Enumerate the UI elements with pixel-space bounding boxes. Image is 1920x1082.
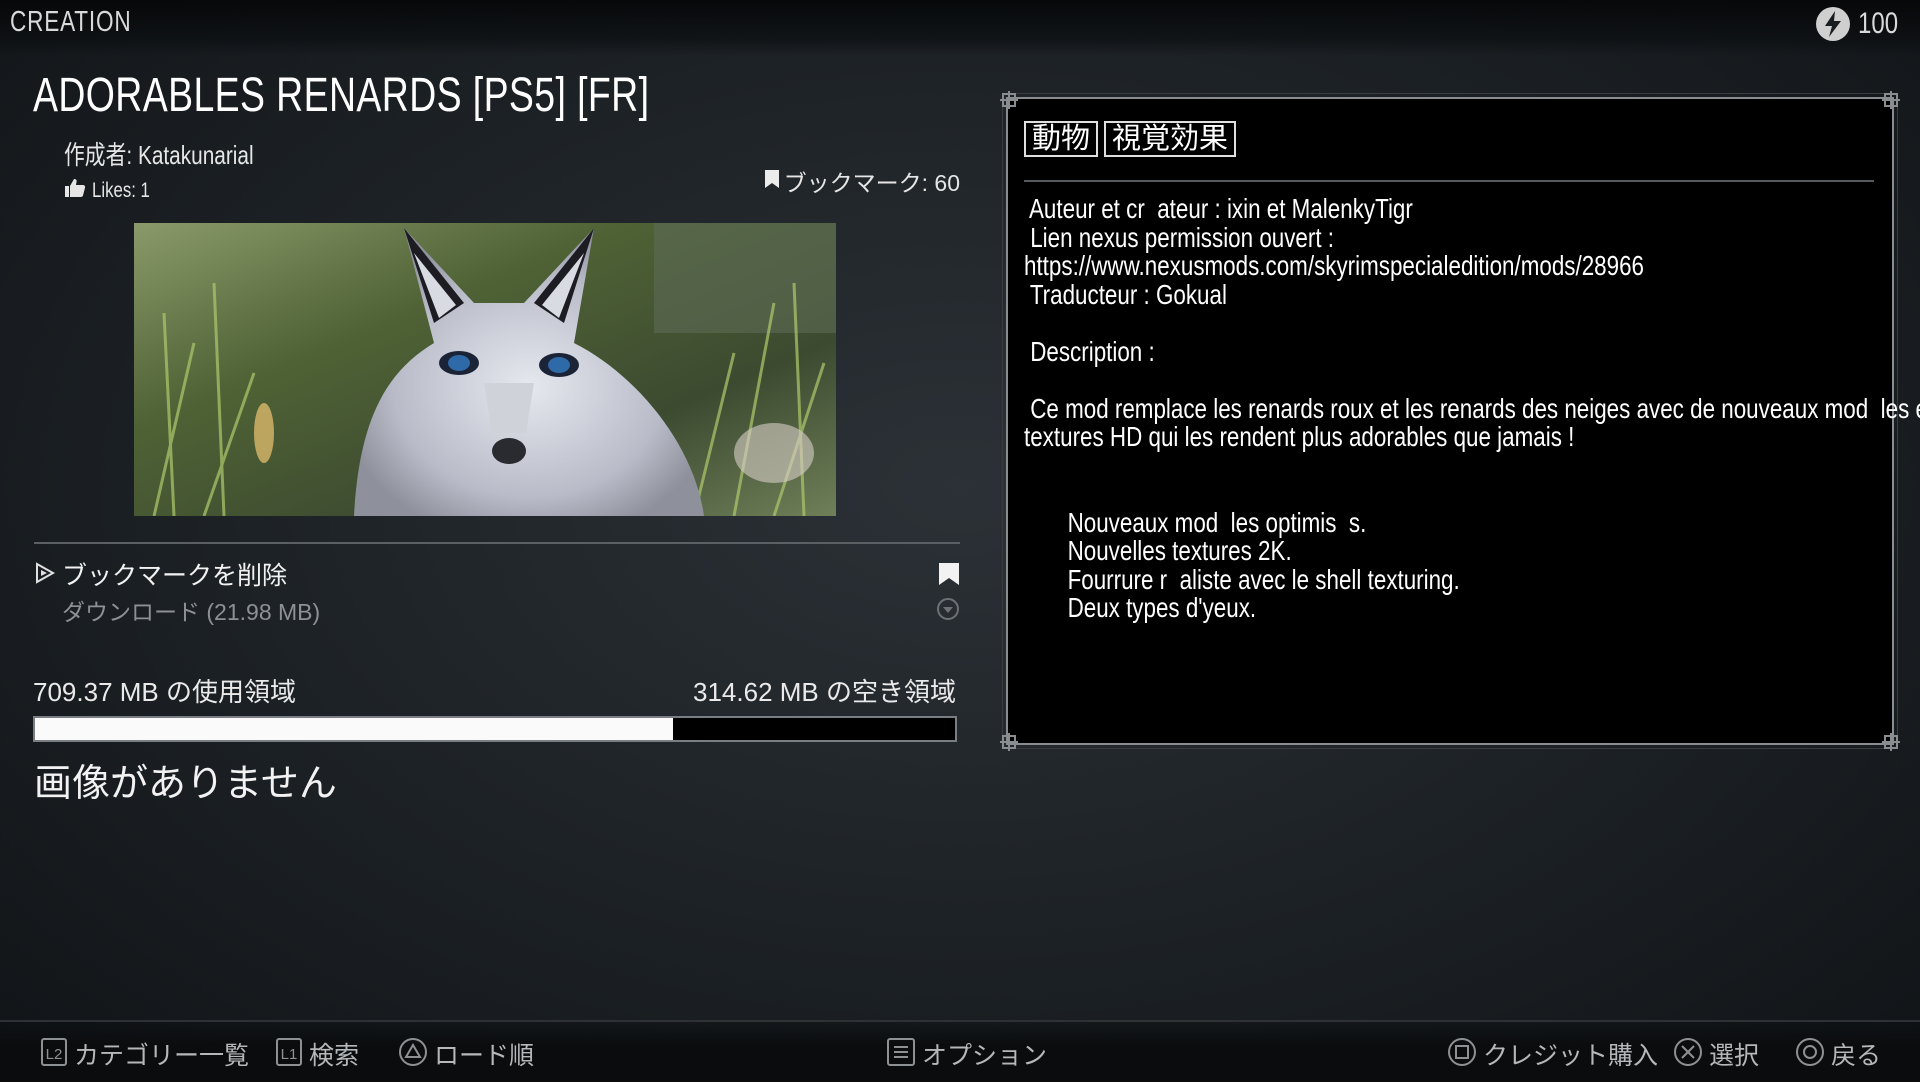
description-line: textures HD qui les rendent plus adorabl… xyxy=(1024,421,1575,452)
hint-label: 検索 xyxy=(309,1042,360,1070)
hint-label: オプション xyxy=(922,1042,1048,1070)
bottom-hint-bar: L2 カテゴリー一覧 L1 検索 ロード順 オプション クレジット購入 選択 戻… xyxy=(0,1020,1920,1082)
divider xyxy=(34,542,960,544)
bookmark-icon xyxy=(938,562,960,591)
category-tag: 視覚効果 xyxy=(1104,121,1237,157)
description-line: Traducteur : Gokual xyxy=(1024,278,1227,310)
description-line: Auteur et cr ateur : ixin et MalenkyTigr xyxy=(1024,193,1413,224)
l1-button-icon: L1 xyxy=(275,1037,303,1072)
no-image-message: 画像がありません xyxy=(34,763,337,805)
lightning-bolt-icon xyxy=(1816,7,1850,41)
category-tags: 動物 視覚効果 xyxy=(1024,121,1237,157)
credits-display: 100 xyxy=(1816,7,1906,41)
description-panel[interactable]: 動物 視覚効果 Auteur et cr ateur : ixin et Mal… xyxy=(1000,91,1920,751)
hint-back[interactable]: 戻る xyxy=(1795,1036,1881,1072)
description-text: Auteur et cr ateur : ixin et MalenkyTigr… xyxy=(1024,193,1920,623)
thumbs-up-icon xyxy=(64,178,86,203)
mod-author: 作成者: Katakunarial xyxy=(64,140,254,170)
hint-label: クレジット購入 xyxy=(1483,1042,1659,1070)
hint-load-order[interactable]: ロード順 xyxy=(398,1036,534,1072)
storage-free: 314.62 MB の空き領域 xyxy=(693,677,956,707)
hint-category-list[interactable]: L2 カテゴリー一覧 xyxy=(40,1036,249,1072)
description-line xyxy=(1024,309,1872,338)
likes: Likes: 1 xyxy=(64,178,164,203)
options-button-icon xyxy=(886,1037,916,1072)
description-line: Nouvelles textures 2K. xyxy=(1024,535,1292,566)
svg-text:L2: L2 xyxy=(46,1046,63,1063)
triangle-button-icon xyxy=(398,1037,428,1072)
description-line xyxy=(1024,366,1872,395)
storage-bar-fill xyxy=(35,718,673,740)
l2-button-icon: L2 xyxy=(40,1037,68,1072)
corner-ornament-icon xyxy=(1882,91,1900,109)
circle-button-icon xyxy=(1795,1037,1825,1072)
download-label: ダウンロード (21.98 MB) xyxy=(62,599,321,625)
download-button[interactable]: ダウンロード (21.98 MB) xyxy=(34,593,960,629)
credits-value: 100 xyxy=(1858,7,1899,40)
description-line xyxy=(1024,452,1872,481)
selection-caret-icon xyxy=(34,562,56,589)
corner-ornament-icon xyxy=(1000,733,1018,751)
corner-ornament-icon xyxy=(1882,733,1900,751)
description-line: https://www.nexusmods.com/skyrimspeciale… xyxy=(1024,250,1645,281)
hint-label: カテゴリー一覧 xyxy=(74,1042,250,1070)
svg-text:L1: L1 xyxy=(281,1046,298,1063)
bookmark-count-label: ブックマーク: 60 xyxy=(783,170,960,196)
cross-button-icon xyxy=(1673,1037,1703,1072)
hint-label: 選択 xyxy=(1709,1042,1760,1070)
category-tag: 動物 xyxy=(1024,121,1099,157)
description-line: Nouveaux mod les optimis s. xyxy=(1024,506,1367,538)
bookmark-count: ブックマーク: 60 xyxy=(764,164,960,198)
mod-preview-image xyxy=(134,223,836,516)
hint-options[interactable]: オプション xyxy=(886,1036,1047,1072)
hint-label: 戻る xyxy=(1831,1042,1882,1070)
description-line: Description : xyxy=(1024,335,1155,367)
remove-bookmark-button[interactable]: ブックマークを削除 xyxy=(34,556,960,592)
corner-ornament-icon xyxy=(1000,91,1018,109)
remove-bookmark-label: ブックマークを削除 xyxy=(62,562,288,590)
app-title: CREATION xyxy=(10,6,132,38)
hint-search[interactable]: L1 検索 xyxy=(275,1036,359,1072)
square-button-icon xyxy=(1447,1037,1477,1072)
top-bar: CREATION 100 xyxy=(0,0,1920,56)
likes-count: Likes: 1 xyxy=(92,178,150,202)
description-line xyxy=(1024,480,1872,509)
download-icon xyxy=(936,597,960,626)
bookmark-icon xyxy=(764,169,780,194)
hint-label: ロード順 xyxy=(434,1042,535,1070)
storage-used: 709.37 MB の使用領域 xyxy=(33,677,296,707)
description-line: Ce mod remplace les renards roux et les … xyxy=(1024,392,1920,424)
description-line: Deux types d'yeux. xyxy=(1024,592,1257,623)
description-line: Fourrure r aliste avec le shell texturin… xyxy=(1024,563,1460,595)
hint-select[interactable]: 選択 xyxy=(1673,1036,1759,1072)
hint-buy-credits[interactable]: クレジット購入 xyxy=(1447,1036,1658,1072)
storage-bar xyxy=(33,716,957,742)
mod-title: ADORABLES RENARDS [PS5] [FR] xyxy=(33,69,650,122)
description-divider xyxy=(1024,180,1874,182)
description-line: Lien nexus permission ouvert : xyxy=(1024,221,1335,253)
